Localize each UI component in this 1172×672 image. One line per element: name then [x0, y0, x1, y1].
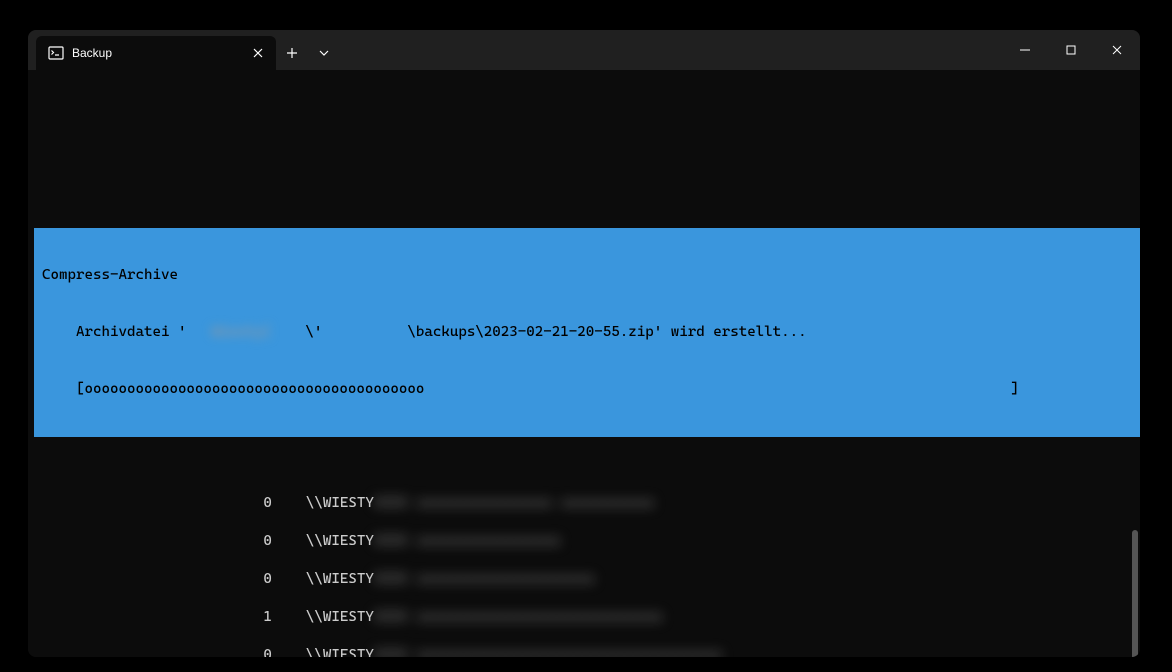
progress-status: Archivdatei ' Wiesty( \' \backups\2023-0… [34, 323, 1140, 342]
window-controls [1002, 30, 1140, 70]
maximize-button[interactable] [1048, 30, 1094, 70]
tab-close-button[interactable] [248, 43, 268, 63]
progress-bar: [ooooooooooooooooooooooooooooooooooooooo… [34, 380, 1140, 399]
terminal-window: Backup Compress-Archive [28, 30, 1140, 657]
progress-banner: Compress-Archive Archivdatei ' Wiesty( \… [34, 228, 1140, 437]
new-tab-button[interactable] [276, 36, 308, 70]
tab-title: Backup [72, 46, 240, 60]
titlebar: Backup [28, 30, 1140, 70]
terminal-icon [48, 45, 64, 61]
minimize-button[interactable] [1002, 30, 1048, 70]
scrollbar-thumb[interactable] [1132, 530, 1138, 657]
terminal-output[interactable]: Compress-Archive Archivdatei ' Wiesty( \… [28, 70, 1140, 657]
window-close-button[interactable] [1094, 30, 1140, 70]
progress-title: Compress-Archive [34, 266, 1140, 285]
tab-backup[interactable]: Backup [36, 36, 276, 70]
tab-dropdown-button[interactable] [308, 36, 340, 70]
terminal-listing: 0 \\WIESTYXXXX xxxxxxxxxxxxxxxx xxxxxxxx… [34, 475, 1140, 657]
